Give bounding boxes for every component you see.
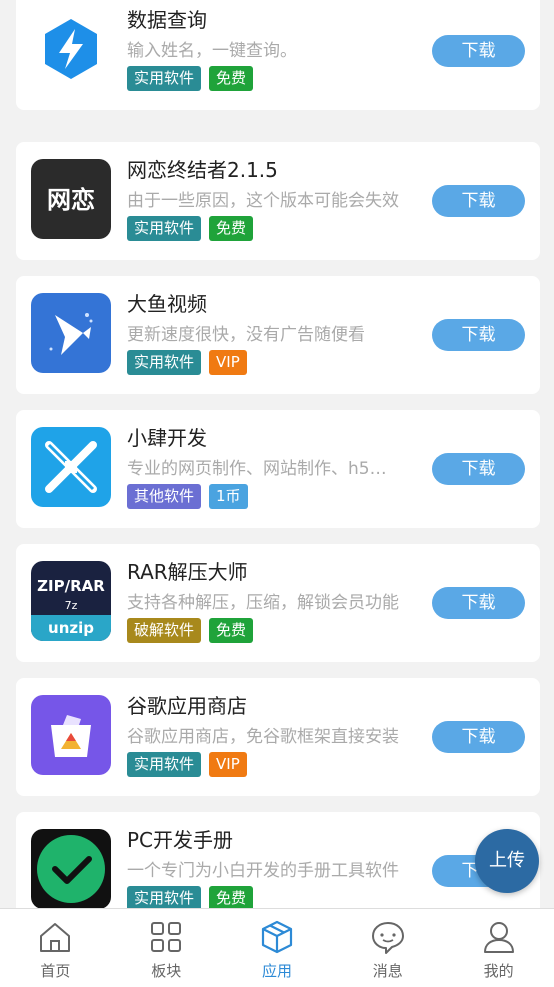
tag-group: 实用软件 VIP	[127, 752, 247, 777]
app-list: 数据查询 输入姓名，一键查询。 实用软件 免费 下载 网恋 网恋终结者2.1.5…	[0, 0, 554, 908]
category-tag: 实用软件	[127, 752, 202, 777]
app-description: 专业的网页制作、网站制作、h5制作	[127, 459, 399, 479]
lightning-hexagon-icon	[31, 9, 111, 89]
tab-label: 消息	[372, 962, 403, 980]
tag-group: 其他软件 1币	[127, 484, 248, 509]
app-title: 谷歌应用商店	[127, 694, 247, 718]
price-tag: 免费	[209, 66, 254, 91]
tag-group: 破解软件 免费	[127, 618, 254, 643]
app-card[interactable]: 谷歌应用商店 谷歌应用商店，免谷歌框架直接安装 实用软件 VIP 下载	[16, 678, 540, 796]
app-card[interactable]: PC开发手册 一个专门为小白开发的手册工具软件 实用软件 免费 下载	[16, 812, 540, 908]
cross-tools-icon	[31, 427, 111, 507]
download-button[interactable]: 下载	[432, 453, 525, 485]
download-button[interactable]: 下载	[432, 721, 525, 753]
app-description: 谷歌应用商店，免谷歌框架直接安装	[127, 727, 399, 747]
shopping-bag-icon	[31, 695, 111, 775]
tab-profile[interactable]: 我的	[443, 909, 554, 987]
tab-apps[interactable]: 应用	[222, 909, 333, 987]
app-title: 小肆开发	[127, 426, 207, 450]
app-description: 更新速度很快，没有广告随便看	[127, 325, 365, 345]
download-button[interactable]: 下载	[432, 587, 525, 619]
icon-text: 网恋	[47, 186, 95, 214]
download-button[interactable]: 下载	[432, 35, 525, 67]
category-tag: 破解软件	[127, 618, 202, 643]
download-button[interactable]: 下载	[432, 319, 525, 351]
app-description: 由于一些原因，这个版本可能会失效	[127, 191, 399, 211]
tab-home[interactable]: 首页	[0, 909, 111, 987]
app-card[interactable]: 大鱼视频 更新速度很快，没有广告随便看 实用软件 VIP 下载	[16, 276, 540, 394]
price-tag: VIP	[209, 752, 247, 777]
tab-messages[interactable]: 消息	[332, 909, 443, 987]
tab-label: 首页	[40, 962, 71, 980]
chat-bubble-icon	[371, 922, 404, 954]
app-description: 一个专门为小白开发的手册工具软件	[127, 861, 399, 881]
zip-rar-icon: ZIP/RAR 7z unzip	[31, 561, 111, 641]
tag-group: 实用软件 VIP	[127, 350, 247, 375]
app-title: PC开发手册	[127, 828, 234, 852]
app-title: RAR解压大师	[127, 560, 248, 584]
tab-label: 我的	[483, 962, 514, 980]
app-title: 大鱼视频	[127, 292, 207, 316]
user-icon	[483, 922, 514, 953]
app-description: 输入姓名，一键查询。	[127, 41, 297, 61]
app-title: 网恋终结者2.1.5	[127, 158, 278, 182]
price-tag: 免费	[209, 886, 254, 908]
app-card[interactable]: 小肆开发 专业的网页制作、网站制作、h5制作 其他软件 1币 下载	[16, 410, 540, 528]
app-card[interactable]: 网恋 网恋终结者2.1.5 由于一些原因，这个版本可能会失效 实用软件 免费 下…	[16, 142, 540, 260]
icon-text: ZIP/RAR	[37, 577, 105, 595]
price-tag: VIP	[209, 350, 247, 375]
tag-group: 实用软件 免费	[127, 216, 254, 241]
app-title: 数据查询	[127, 8, 207, 32]
checkmark-circle-icon	[31, 829, 111, 908]
icon-text: unzip	[48, 619, 94, 637]
home-icon	[40, 923, 71, 952]
wanglian-text-icon: 网恋	[31, 159, 111, 239]
price-tag: 免费	[209, 618, 254, 643]
tab-label: 板块	[151, 962, 182, 980]
app-card[interactable]: 数据查询 输入姓名，一键查询。 实用软件 免费 下载	[16, 0, 540, 110]
category-tag: 实用软件	[127, 216, 202, 241]
bottom-tab-bar: 首页 板块 应用 消息 我的	[0, 908, 554, 987]
cube-icon	[261, 920, 293, 954]
category-tag: 实用软件	[127, 350, 202, 375]
category-tag: 其他软件	[127, 484, 202, 509]
upload-button[interactable]: 上传	[475, 829, 539, 893]
tag-group: 实用软件 免费	[127, 66, 254, 91]
category-tag: 实用软件	[127, 886, 202, 908]
icon-text: 7z	[65, 599, 78, 612]
app-description: 支持各种解压，压缩，解锁会员功能	[127, 593, 399, 613]
category-tag: 实用软件	[127, 66, 202, 91]
price-tag: 1币	[209, 484, 248, 509]
download-button[interactable]: 下载	[432, 185, 525, 217]
tag-group: 实用软件 免费	[127, 886, 254, 908]
grid-icon	[151, 922, 182, 952]
tab-label: 应用	[261, 962, 292, 980]
price-tag: 免费	[209, 216, 254, 241]
fish-icon	[31, 293, 111, 373]
app-card[interactable]: ZIP/RAR 7z unzip RAR解压大师 支持各种解压，压缩，解锁会员功能 …	[16, 544, 540, 662]
tab-boards[interactable]: 板块	[111, 909, 222, 987]
